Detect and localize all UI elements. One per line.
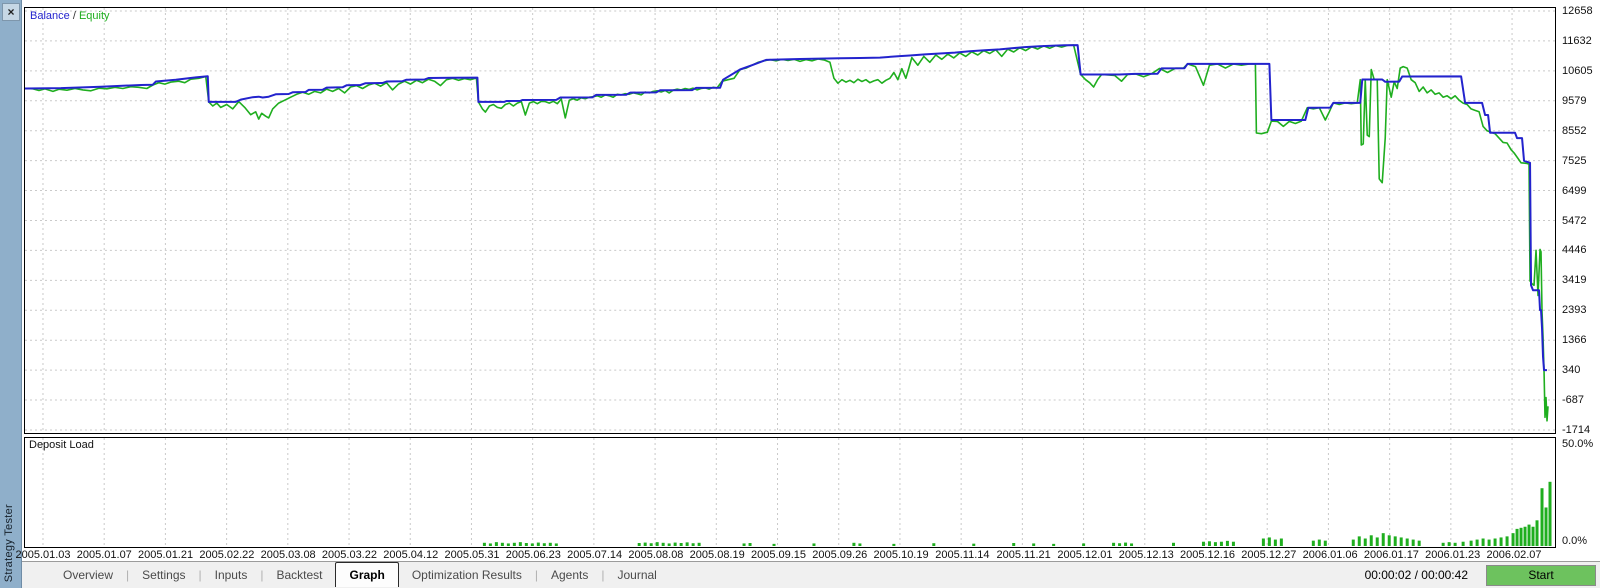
x-tick-label: 2005.01.21: [138, 549, 194, 561]
balance-equity-chart[interactable]: Balance / Equity: [24, 7, 1556, 434]
tab-overview[interactable]: Overview: [50, 563, 126, 588]
y-tick-label: 5472: [1562, 214, 1587, 227]
tab-agents[interactable]: Agents: [538, 563, 601, 588]
x-tick-label: 2005.12.13: [1118, 549, 1174, 561]
y-axis: 12658 11632 10605 9579 8552 7525 6499 5472 4446 3…: [1556, 5, 1600, 436]
x-axis: 2005.01.03 2005.01.07 2005.01.21 2005.02.22…: [15, 548, 1556, 561]
y-tick-label: 9579: [1562, 94, 1587, 107]
y-tick-label: 2393: [1562, 304, 1587, 317]
y-tick-label: 6499: [1562, 184, 1587, 197]
x-tick-label: 2006.01.23: [1425, 549, 1481, 561]
tester-tabs: Overview | Settings | Inputs | Backtest …: [22, 562, 670, 588]
tab-backtest[interactable]: Backtest: [263, 563, 335, 588]
x-tick-label: 2005.08.19: [689, 549, 745, 561]
tab-settings[interactable]: Settings: [129, 563, 198, 588]
y-tick-label: 1366: [1562, 334, 1587, 347]
tester-status: 00:00:02 / 00:00:42 Start: [1365, 562, 1600, 588]
x-tick-label: 2006.01.06: [1302, 549, 1358, 561]
tab-inputs[interactable]: Inputs: [202, 563, 261, 588]
balance-equity-plot[interactable]: [25, 8, 1555, 433]
x-tick-label: 2006.01.17: [1363, 549, 1419, 561]
y-tick-label: 10605: [1562, 64, 1593, 77]
x-tick-label: 2005.12.01: [1057, 549, 1113, 561]
x-tick-label: 2005.04.12: [383, 549, 439, 561]
x-tick-label: 2005.03.08: [260, 549, 316, 561]
deposit-y-tick-label: 0.0%: [1562, 535, 1588, 547]
x-tick-label: 2005.06.23: [505, 549, 561, 561]
x-tick-label: 2005.12.16: [1180, 549, 1236, 561]
x-tick-label: 2005.01.03: [15, 549, 71, 561]
tester-bottom-bar: Overview | Settings | Inputs | Backtest …: [22, 561, 1600, 588]
y-tick-label: 12658: [1562, 5, 1593, 17]
x-tick-label: 2005.02.22: [199, 549, 255, 561]
x-tick-label: 2005.09.15: [750, 549, 807, 561]
x-tick-label: 2005.11.14: [935, 549, 990, 561]
x-tick-label: 2005.10.19: [873, 549, 929, 561]
y-tick-label: 8552: [1562, 124, 1587, 137]
x-tick-label: 2006.02.07: [1486, 549, 1542, 561]
deposit-load-chart[interactable]: Deposit Load: [24, 437, 1556, 548]
tab-journal[interactable]: Journal: [604, 563, 669, 588]
panel-title: Strategy Tester: [3, 503, 15, 582]
x-tick-label: 2005.07.14: [567, 549, 623, 561]
chart-legend: Balance / Equity: [30, 10, 110, 22]
x-tick-label: 2005.03.22: [321, 549, 377, 561]
y-tick-label: 4446: [1562, 244, 1587, 257]
deposit-y-tick-label: 50.0%: [1562, 438, 1594, 450]
deposit-load-plot[interactable]: [25, 438, 1555, 547]
y-tick-label: -1714: [1562, 424, 1591, 436]
strategy-tester-strip: × Strategy Tester: [0, 0, 22, 588]
x-tick-label: 2005.11.21: [996, 549, 1051, 561]
graph-tab-content: Balance / Equity 12658 11632 10605 9579 8552…: [15, 0, 1600, 561]
deposit-y-axis: 50.0% 0.0%: [1556, 437, 1600, 548]
start-button[interactable]: Start: [1486, 564, 1596, 586]
legend-balance: Balance: [30, 10, 70, 22]
tab-graph[interactable]: Graph: [335, 562, 399, 587]
x-tick-label: 2005.09.26: [812, 549, 868, 561]
x-tick-label: 2005.01.07: [76, 549, 132, 561]
y-tick-label: 11632: [1562, 34, 1592, 47]
y-tick-label: 3419: [1562, 274, 1587, 287]
y-tick-label: -687: [1562, 394, 1585, 407]
x-tick-label: 2005.08.08: [628, 549, 684, 561]
y-tick-label: 340: [1562, 364, 1581, 377]
elapsed-time: 00:00:02 / 00:00:42: [1364, 568, 1468, 582]
close-icon[interactable]: ×: [2, 3, 20, 21]
tab-optimization-results[interactable]: Optimization Results: [399, 563, 535, 588]
x-tick-label: 2005.05.31: [444, 549, 500, 561]
y-tick-label: 7525: [1562, 154, 1587, 167]
x-tick-label: 2005.12.27: [1241, 549, 1297, 561]
deposit-load-label: Deposit Load: [29, 439, 94, 451]
legend-equity: Equity: [78, 10, 110, 22]
